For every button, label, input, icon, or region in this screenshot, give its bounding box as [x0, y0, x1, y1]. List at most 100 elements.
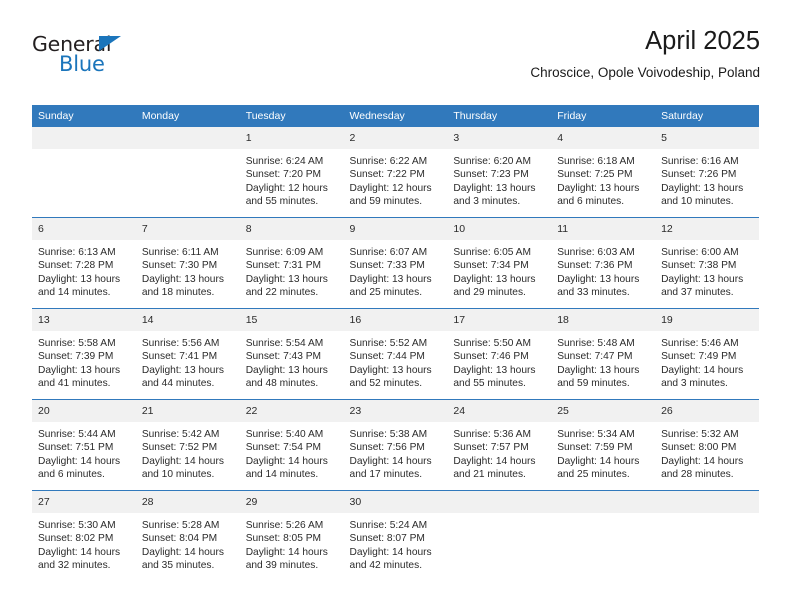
sunset-time: Sunset: 8:02 PM [38, 533, 114, 545]
sunset-time: Sunset: 8:07 PM [349, 533, 425, 545]
day-details: Sunrise: 5:42 AM Sunset: 7:52 PM Daylight:… [136, 422, 240, 490]
calendar-day-cell[interactable]: 24 Sunrise: 5:36 AM Sunset: 7:57 PM Dayligh… [447, 399, 552, 491]
calendar-day-cell[interactable]: 16 Sunrise: 5:52 AM Sunset: 7:44 PM Dayligh… [343, 308, 448, 400]
daylight-duration-line2: and 29 minutes. [453, 287, 526, 299]
day-number: 26 [655, 400, 759, 422]
day-details: Sunrise: 5:38 AM Sunset: 7:56 PM Daylight:… [344, 422, 448, 490]
daylight-duration-line1: Daylight: 13 hours [245, 273, 328, 285]
daylight-duration-line2: and 6 minutes. [557, 196, 625, 208]
calendar-day-cell[interactable]: 21 Sunrise: 5:42 AM Sunset: 7:52 PM Dayligh… [135, 399, 240, 491]
sunset-time: Sunset: 7:31 PM [245, 260, 322, 272]
calendar-day-cell[interactable]: 10 Sunrise: 6:05 AM Sunset: 7:34 PM Dayligh… [447, 217, 552, 309]
day-details: Sunrise: 6:22 AM Sunset: 7:22 PM Daylight:… [344, 149, 448, 217]
day-details: Sunrise: 5:28 AM Sunset: 8:04 PM Daylight:… [136, 513, 240, 581]
weekday-header-saturday: Saturday [655, 105, 759, 127]
weekday-header-wednesday: Wednesday [343, 105, 448, 127]
calendar-day-cell[interactable]: 13 Sunrise: 5:58 AM Sunset: 7:39 PM Dayligh… [32, 308, 136, 400]
day-number: 17 [447, 309, 552, 331]
calendar-week-row: 6 Sunrise: 6:13 AM Sunset: 7:28 PM Daylight… [32, 217, 759, 309]
daylight-duration-line1: Daylight: 13 hours [557, 273, 640, 285]
calendar-week-row: 27 Sunrise: 5:30 AM Sunset: 8:02 PM Dayligh… [32, 490, 759, 581]
daylight-duration-line1: Daylight: 14 hours [38, 455, 121, 467]
day-number: 15 [239, 309, 344, 331]
calendar-day-cell[interactable]: 23 Sunrise: 5:38 AM Sunset: 7:56 PM Dayligh… [343, 399, 448, 491]
daylight-duration-line1: Daylight: 13 hours [557, 364, 640, 376]
day-number [447, 491, 552, 513]
sunset-time: Sunset: 7:51 PM [38, 442, 114, 454]
daylight-duration-line1: Daylight: 13 hours [38, 273, 121, 285]
calendar-week-row: 20 Sunrise: 5:44 AM Sunset: 7:51 PM Dayligh… [32, 399, 759, 491]
calendar-body: 1 Sunrise: 6:24 AM Sunset: 7:20 PM Daylight… [32, 127, 759, 581]
sunset-time: Sunset: 7:28 PM [38, 260, 114, 272]
calendar-day-cell[interactable]: 25 Sunrise: 5:34 AM Sunset: 7:59 PM Dayligh… [551, 399, 656, 491]
calendar-day-cell[interactable]: 3 Sunrise: 6:20 AM Sunset: 7:23 PM Daylight… [447, 127, 552, 218]
sunrise-time: Sunrise: 5:42 AM [141, 429, 220, 440]
sunset-time: Sunset: 7:33 PM [349, 260, 425, 272]
day-number: 1 [239, 127, 344, 149]
calendar-day-cell[interactable]: 30 Sunrise: 5:24 AM Sunset: 8:07 PM Dayligh… [343, 490, 448, 581]
day-number: 28 [135, 491, 240, 513]
daylight-duration-line1: Daylight: 14 hours [245, 455, 328, 467]
sunrise-time: Sunrise: 6:24 AM [245, 156, 324, 167]
day-details: Sunrise: 6:03 AM Sunset: 7:36 PM Daylight:… [551, 240, 655, 308]
calendar-day-cell-empty [655, 490, 759, 581]
day-details: Sunrise: 5:44 AM Sunset: 7:51 PM Daylight:… [32, 422, 136, 490]
sunrise-time: Sunrise: 5:34 AM [557, 429, 635, 440]
sunset-time: Sunset: 7:59 PM [557, 442, 633, 454]
page-title: April 2025 [645, 27, 760, 55]
calendar-day-cell[interactable]: 1 Sunrise: 6:24 AM Sunset: 7:20 PM Daylight… [239, 127, 344, 218]
calendar-day-cell[interactable]: 11 Sunrise: 6:03 AM Sunset: 7:36 PM Dayligh… [551, 217, 656, 309]
sunrise-time: Sunrise: 5:32 AM [661, 429, 739, 440]
calendar-day-cell[interactable]: 18 Sunrise: 5:48 AM Sunset: 7:47 PM Dayligh… [551, 308, 656, 400]
sunset-time: Sunset: 8:04 PM [141, 533, 218, 545]
calendar-day-cell[interactable]: 27 Sunrise: 5:30 AM Sunset: 8:02 PM Dayligh… [32, 490, 136, 581]
day-details [447, 513, 551, 581]
weekday-header-thursday: Thursday [447, 105, 552, 127]
daylight-duration-line2: and 55 minutes. [453, 378, 526, 390]
calendar-day-cell[interactable]: 2 Sunrise: 6:22 AM Sunset: 7:22 PM Daylight… [343, 127, 448, 218]
sunrise-time: Sunrise: 5:38 AM [349, 429, 428, 440]
calendar-day-cell[interactable]: 4 Sunrise: 6:18 AM Sunset: 7:25 PM Daylight… [551, 127, 656, 218]
calendar-day-cell[interactable]: 17 Sunrise: 5:50 AM Sunset: 7:46 PM Dayligh… [447, 308, 552, 400]
day-number: 18 [551, 309, 656, 331]
calendar-day-cell[interactable]: 20 Sunrise: 5:44 AM Sunset: 7:51 PM Dayligh… [32, 399, 136, 491]
weekday-header-tuesday: Tuesday [239, 105, 344, 127]
calendar-day-cell[interactable]: 22 Sunrise: 5:40 AM Sunset: 7:54 PM Dayligh… [239, 399, 344, 491]
day-number: 25 [551, 400, 656, 422]
day-details: Sunrise: 5:58 AM Sunset: 7:39 PM Daylight:… [32, 331, 136, 399]
calendar-day-cell[interactable]: 14 Sunrise: 5:56 AM Sunset: 7:41 PM Dayligh… [135, 308, 240, 400]
calendar-day-cell[interactable]: 26 Sunrise: 5:32 AM Sunset: 8:00 PM Dayligh… [655, 399, 759, 491]
calendar-day-cell[interactable]: 5 Sunrise: 6:16 AM Sunset: 7:26 PM Daylight… [655, 127, 759, 218]
calendar-page: General Blue April 2025 Chroscice, Opole… [0, 0, 792, 612]
daylight-duration-line2: and 28 minutes. [661, 469, 734, 481]
calendar-day-cell[interactable]: 6 Sunrise: 6:13 AM Sunset: 7:28 PM Daylight… [32, 217, 136, 309]
calendar-day-cell[interactable]: 28 Sunrise: 5:28 AM Sunset: 8:04 PM Dayligh… [135, 490, 240, 581]
daylight-duration-line1: Daylight: 13 hours [557, 182, 640, 194]
calendar-day-cell[interactable]: 7 Sunrise: 6:11 AM Sunset: 7:30 PM Daylight… [135, 217, 240, 309]
day-number: 22 [239, 400, 344, 422]
daylight-duration-line1: Daylight: 14 hours [141, 546, 224, 558]
daylight-duration-line2: and 21 minutes. [453, 469, 526, 481]
day-details: Sunrise: 5:52 AM Sunset: 7:44 PM Daylight:… [344, 331, 448, 399]
daylight-duration-line2: and 37 minutes. [661, 287, 734, 299]
calendar-day-cell[interactable]: 8 Sunrise: 6:09 AM Sunset: 7:31 PM Daylight… [239, 217, 344, 309]
calendar-day-cell[interactable]: 12 Sunrise: 6:00 AM Sunset: 7:38 PM Dayligh… [655, 217, 759, 309]
calendar-week-row: 13 Sunrise: 5:58 AM Sunset: 7:39 PM Dayligh… [32, 308, 759, 400]
calendar-day-cell[interactable]: 29 Sunrise: 5:26 AM Sunset: 8:05 PM Dayligh… [239, 490, 344, 581]
sunset-time: Sunset: 7:36 PM [557, 260, 633, 272]
daylight-duration-line1: Daylight: 14 hours [38, 546, 121, 558]
calendar-day-cell[interactable]: 19 Sunrise: 5:46 AM Sunset: 7:49 PM Dayligh… [655, 308, 759, 400]
sunset-time: Sunset: 7:39 PM [38, 351, 114, 363]
day-details: Sunrise: 5:50 AM Sunset: 7:46 PM Daylight:… [447, 331, 551, 399]
calendar-header-row: Sunday Monday Tuesday Wednesday Thursday… [32, 105, 759, 127]
daylight-duration-line2: and 41 minutes. [38, 378, 111, 390]
day-details: Sunrise: 6:20 AM Sunset: 7:23 PM Daylight:… [447, 149, 551, 217]
calendar-day-cell[interactable]: 15 Sunrise: 5:54 AM Sunset: 7:43 PM Dayligh… [239, 308, 344, 400]
sunset-time: Sunset: 7:56 PM [349, 442, 425, 454]
day-number: 14 [135, 309, 240, 331]
day-details: Sunrise: 5:40 AM Sunset: 7:54 PM Daylight:… [240, 422, 344, 490]
calendar-day-cell[interactable]: 9 Sunrise: 6:07 AM Sunset: 7:33 PM Daylight… [343, 217, 448, 309]
calendar-day-cell-empty [551, 490, 656, 581]
daylight-duration-line1: Daylight: 13 hours [453, 364, 536, 376]
daylight-duration-line2: and 14 minutes. [245, 469, 319, 481]
